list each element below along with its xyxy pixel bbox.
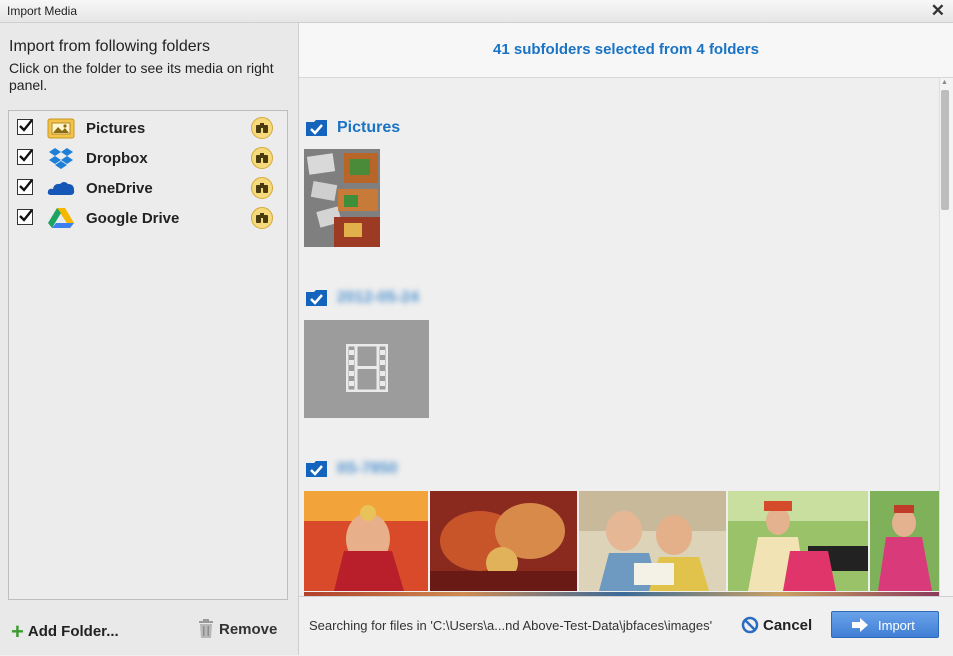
media-grid: Pictures 2012-05-24 IIS-7850 [299,78,939,596]
remove-label: Remove [219,621,278,638]
plus-icon: + [11,619,24,644]
cancel-label: Cancel [763,617,813,634]
import-button[interactable]: Import [831,611,939,638]
folder-name: OneDrive [86,180,153,197]
cancel-icon [741,616,759,634]
cancel-button[interactable]: Cancel [741,616,812,634]
arrow-right-icon [852,618,868,632]
video-thumbnail[interactable] [304,320,429,418]
checked-folder-icon [306,120,327,136]
photo-thumbnail[interactable] [870,491,939,591]
checked-folder-icon [306,461,327,477]
folder-item-google-drive[interactable]: Google Drive [9,204,287,234]
folder-name: Dropbox [86,150,148,167]
scroll-thumb[interactable] [941,90,949,210]
group-label: Pictures [337,119,401,136]
close-icon[interactable]: ✕ [931,1,945,21]
selection-summary: 41 subfolders selected from 4 folders [299,23,953,78]
panel-instructions: Click on the folder to see its media on … [9,60,274,93]
binoculars-icon[interactable] [251,207,273,229]
import-label: Import [878,618,915,633]
vertical-scrollbar[interactable]: ▲ [939,78,951,596]
google-drive-icon [47,207,75,229]
folder-item-pictures[interactable]: Pictures [9,114,287,144]
folder-list: Pictures Dropbox OneDrive Google Drive [8,110,288,600]
folder-name: Pictures [86,120,146,137]
window-title: Import Media [7,4,78,18]
remove-button[interactable]: Remove [198,619,277,638]
folder-panel: Import from following folders Click on t… [0,23,299,655]
binoculars-icon[interactable] [251,117,273,139]
folder-checkbox[interactable] [17,209,33,225]
panel-heading: Import from following folders [9,38,210,55]
photo-thumbnail[interactable] [579,491,726,591]
film-icon [346,344,388,392]
folder-item-dropbox[interactable]: Dropbox [9,144,287,174]
photo-thumbnail[interactable] [728,491,868,591]
add-folder-label: Add Folder... [27,623,119,640]
checked-folder-icon [306,290,327,306]
photo-thumbnail[interactable] [430,491,577,591]
folder-checkbox[interactable] [17,149,33,165]
pictures-folder-icon [47,117,75,139]
add-folder-button[interactable]: + Add Folder... [11,619,119,645]
media-panel: 41 subfolders selected from 4 folders Pi… [299,23,953,656]
folder-checkbox[interactable] [17,179,33,195]
scroll-up-icon[interactable]: ▲ [941,79,948,86]
trash-icon [199,619,213,638]
binoculars-icon[interactable] [251,147,273,169]
group-label: 2012-05-24 [337,289,419,306]
dropbox-icon [47,147,75,169]
binoculars-icon[interactable] [251,177,273,199]
bottom-bar: Searching for files in 'C:\Users\a...nd … [299,596,953,656]
onedrive-icon [47,177,75,199]
title-bar: Import Media ✕ [0,0,953,23]
folder-checkbox[interactable] [17,119,33,135]
folder-name: Google Drive [86,210,180,227]
photo-thumbnail[interactable] [304,491,428,591]
folder-item-onedrive[interactable]: OneDrive [9,174,287,204]
media-thumbnail[interactable] [304,149,380,247]
status-text: Searching for files in 'C:\Users\a...nd … [309,618,713,633]
group-label: IIS-7850 [337,460,398,477]
